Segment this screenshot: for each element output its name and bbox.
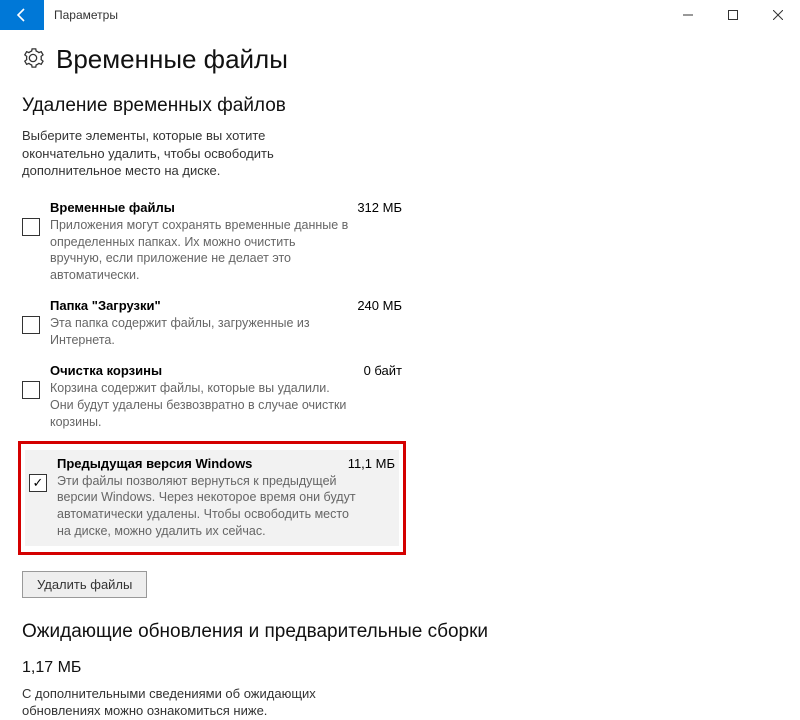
minimize-button[interactable] (665, 0, 710, 30)
item-title: Предыдущая версия Windows (57, 456, 252, 471)
pending-size: 1,17 МБ (22, 659, 778, 677)
checkbox[interactable] (22, 316, 40, 334)
gear-icon (22, 47, 44, 72)
maximize-button[interactable] (710, 0, 755, 30)
content-area: Временные файлы Удаление временных файло… (0, 30, 800, 720)
item-size: 0 байт (342, 363, 402, 378)
item-body: Временные файлы 312 МБ Приложения могут … (50, 200, 402, 285)
arrow-left-icon (14, 7, 30, 23)
item-title: Временные файлы (50, 200, 175, 215)
highlighted-item-frame: Предыдущая версия Windows 11,1 МБ Эти фа… (18, 441, 406, 556)
item-description: Эти файлы позволяют вернуться к предыдущ… (57, 473, 357, 541)
close-icon (773, 10, 783, 20)
list-item-downloads[interactable]: Папка "Загрузки" 240 МБ Эта папка содерж… (22, 294, 402, 359)
page-header: Временные файлы (22, 44, 778, 75)
item-description: Эта папка содержит файлы, загруженные из… (50, 315, 350, 349)
checkbox[interactable] (22, 381, 40, 399)
item-description: Приложения могут сохранять временные дан… (50, 217, 350, 285)
item-description: Корзина содержит файлы, которые вы удали… (50, 380, 350, 431)
item-body: Папка "Загрузки" 240 МБ Эта папка содерж… (50, 298, 402, 349)
back-button[interactable] (0, 0, 44, 30)
pending-heading: Ожидающие обновления и предварительные с… (22, 620, 778, 645)
item-size: 312 МБ (342, 200, 402, 215)
item-title: Папка "Загрузки" (50, 298, 161, 313)
section-heading: Удаление временных файлов (22, 95, 778, 117)
item-size: 11,1 МБ (335, 456, 395, 471)
titlebar: Параметры (0, 0, 800, 30)
list-item-recycle-bin[interactable]: Очистка корзины 0 байт Корзина содержит … (22, 359, 402, 441)
maximize-icon (728, 10, 738, 20)
checkbox[interactable] (29, 474, 47, 492)
list-item-previous-windows[interactable]: Предыдущая версия Windows 11,1 МБ Эти фа… (25, 450, 399, 547)
minimize-icon (683, 10, 693, 20)
list-item-temp-files[interactable]: Временные файлы 312 МБ Приложения могут … (22, 196, 402, 295)
window-title: Параметры (44, 8, 665, 22)
page-title: Временные файлы (56, 44, 288, 75)
section-description: Выберите элементы, которые вы хотите око… (22, 127, 322, 180)
item-body: Предыдущая версия Windows 11,1 МБ Эти фа… (57, 456, 395, 541)
pending-description: С дополнительными сведениями об ожидающи… (22, 685, 352, 720)
checkbox[interactable] (22, 218, 40, 236)
item-size: 240 МБ (342, 298, 402, 313)
item-title: Очистка корзины (50, 363, 162, 378)
window-controls (665, 0, 800, 30)
close-button[interactable] (755, 0, 800, 30)
temp-files-list: Временные файлы 312 МБ Приложения могут … (22, 196, 778, 555)
delete-files-button[interactable]: Удалить файлы (22, 571, 147, 598)
item-body: Очистка корзины 0 байт Корзина содержит … (50, 363, 402, 431)
